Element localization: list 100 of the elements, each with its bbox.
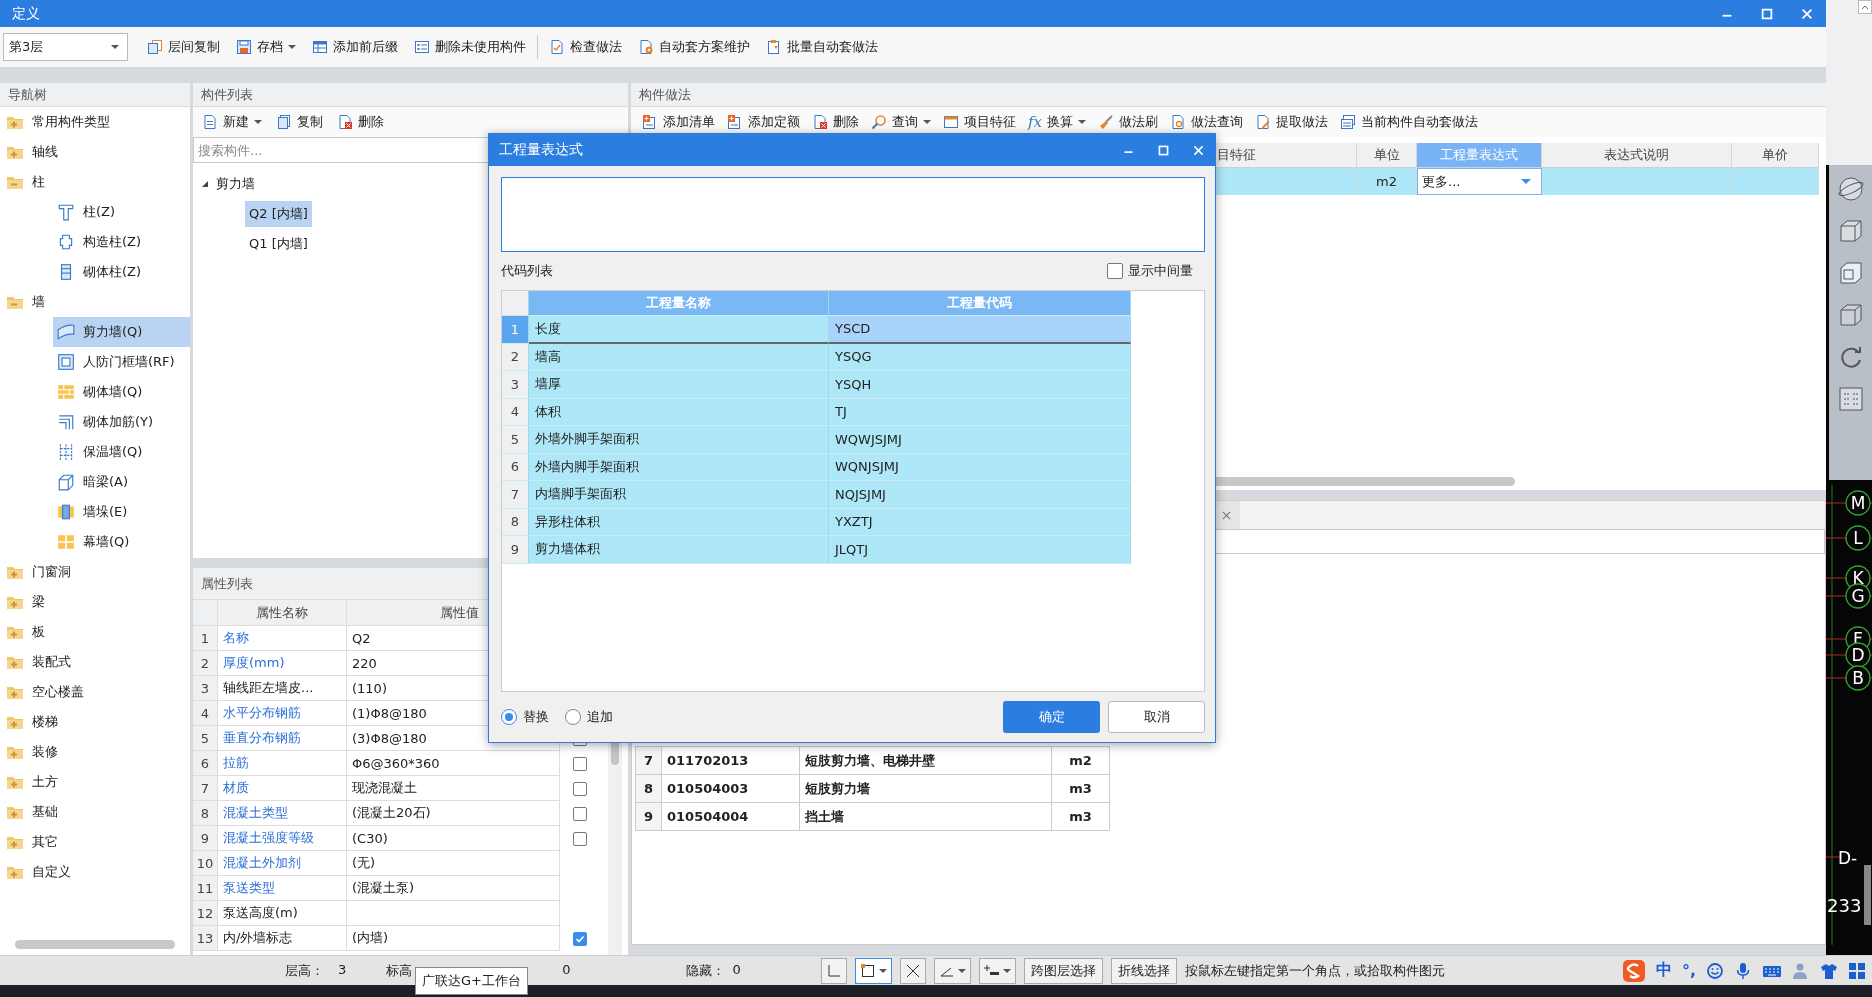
radio-button[interactable]: 替换 <box>501 708 549 726</box>
row-number: 7 <box>636 747 662 775</box>
toolbar-button[interactable]: 删除未使用构件 <box>409 33 531 61</box>
column-header[interactable]: 单位 <box>1357 143 1417 168</box>
table-cell[interactable]: 长度 <box>529 316 829 344</box>
tree-item[interactable]: 门窗洞 <box>0 557 190 587</box>
tree-item[interactable]: 自定义 <box>0 857 190 887</box>
table-cell[interactable]: YXZTJ <box>829 508 1131 536</box>
row-number[interactable]: 4 <box>502 398 529 426</box>
toolbar-button[interactable]: 提取做法 <box>1250 108 1333 136</box>
table-cell[interactable]: YSQG <box>829 343 1131 371</box>
row-number[interactable]: 2 <box>502 343 529 371</box>
tree-item[interactable]: 基础 <box>0 797 190 827</box>
row-number[interactable]: 3 <box>502 371 529 399</box>
tree-item[interactable]: 柱 <box>0 167 190 197</box>
tree-item[interactable]: 装修 <box>0 737 190 767</box>
property-value[interactable]: (C30) <box>347 826 560 851</box>
tree-item[interactable]: 墙 <box>0 287 190 317</box>
tree-item[interactable]: 砌体柱(Z) <box>53 257 190 287</box>
status-button[interactable]: 折线选择 <box>1110 957 1177 984</box>
confirm-button[interactable]: 确定 <box>1003 701 1100 733</box>
tree-item[interactable]: 装配式 <box>0 647 190 677</box>
tree-item[interactable]: 构造柱(Z) <box>53 227 190 257</box>
table-cell[interactable]: 墙高 <box>529 343 829 371</box>
column-header[interactable]: 单价 <box>1732 143 1819 168</box>
table-cell[interactable]: YSCD <box>829 316 1131 344</box>
tree-item[interactable]: 柱(Z) <box>53 197 190 227</box>
ime-punctuation[interactable]: °, <box>1681 961 1696 980</box>
tree-item[interactable]: 保温墙(Q) <box>53 437 190 467</box>
toolbar-button[interactable]: 添加前后缀 <box>307 33 403 61</box>
row-number[interactable]: 5 <box>502 426 529 454</box>
row-number: 3 <box>193 676 218 701</box>
table-cell[interactable]: JLQTJ <box>829 536 1131 564</box>
row-number[interactable]: 9 <box>502 536 529 564</box>
tree-item[interactable]: Q1 [内墙] <box>245 231 312 257</box>
toolbar-button[interactable]: 存档 <box>231 33 301 61</box>
toolbar-button[interactable]: 新建 <box>197 108 267 136</box>
tree-item[interactable]: 墙垛(E) <box>53 497 190 527</box>
tree-node[interactable]: 剪力墙 <box>193 169 628 199</box>
tree-item[interactable]: Q2 [内墙] <box>245 201 312 227</box>
checkbox[interactable]: 显示中间量 <box>1107 262 1193 280</box>
expression-dropdown[interactable]: 更多... <box>1417 168 1542 195</box>
cancel-button[interactable]: 取消 <box>1108 701 1205 733</box>
tree-item[interactable]: 板 <box>0 617 190 647</box>
tree-item[interactable]: 砌体加筋(Y) <box>53 407 190 437</box>
floor-select[interactable]: 第3层 <box>3 33 128 61</box>
axis-label: G <box>1845 583 1871 609</box>
row-number: 6 <box>193 751 218 776</box>
toolbar-button[interactable]: 批量自动套做法 <box>761 33 883 61</box>
property-value[interactable]: (无) <box>347 851 560 876</box>
table-cell[interactable]: 异形柱体积 <box>529 508 829 536</box>
tree-item[interactable]: 常用构件类型 <box>0 107 190 137</box>
tree-item[interactable]: 空心楼盖 <box>0 677 190 707</box>
toolbar-button[interactable]: 删除 <box>332 108 389 136</box>
property-value[interactable]: (混凝土20石) <box>347 801 560 826</box>
table-cell[interactable]: WQNJSJMJ <box>829 453 1131 481</box>
toolbar-button[interactable]: 自动套方案维护 <box>633 33 755 61</box>
row-number: 1 <box>193 626 218 651</box>
tree-item[interactable]: 幕墙(Q) <box>53 527 190 557</box>
table-cell[interactable]: 墙厚 <box>529 371 829 399</box>
property-value[interactable]: Φ6@360*360 <box>347 751 560 776</box>
property-value[interactable]: (混凝土泵) <box>347 876 560 901</box>
section-label: 代码列表 <box>501 262 553 280</box>
tree-item[interactable]: 人防门框墙(RF) <box>53 347 190 377</box>
table-cell[interactable]: NQJSJMJ <box>829 481 1131 509</box>
property-value[interactable]: 现浇混凝土 <box>347 776 560 801</box>
tree-item[interactable]: 剪力墙(Q) <box>53 317 190 347</box>
toolbar-button[interactable]: 做法刷 <box>1093 108 1163 136</box>
tree-item[interactable]: 其它 <box>0 827 190 857</box>
table-cell[interactable]: TJ <box>829 398 1131 426</box>
toolbar-button[interactable]: 复制 <box>271 108 328 136</box>
table-cell[interactable]: YSQH <box>829 371 1131 399</box>
column-header[interactable]: 表达式说明 <box>1542 143 1732 168</box>
toolbar-button[interactable]: 检查做法 <box>544 33 627 61</box>
tree-item[interactable]: 土方 <box>0 767 190 797</box>
tree-item[interactable]: 砌体墙(Q) <box>53 377 190 407</box>
tree-item[interactable]: 楼梯 <box>0 707 190 737</box>
property-value[interactable]: (内墙) <box>347 926 560 951</box>
toolbar-button[interactable]: 当前构件自动套做法 <box>1335 108 1483 136</box>
row-number[interactable]: 6 <box>502 453 529 481</box>
table-cell[interactable]: 内墙脚手架面积 <box>529 481 829 509</box>
status-button[interactable]: 跨图层选择 <box>1023 957 1103 984</box>
row-number: 8 <box>636 775 662 803</box>
table-cell[interactable]: 剪力墙体积 <box>529 536 829 564</box>
table-cell[interactable]: 外墙内脚手架面积 <box>529 453 829 481</box>
row-number[interactable]: 8 <box>502 508 529 536</box>
table-cell[interactable]: 外墙外脚手架面积 <box>529 426 829 454</box>
row-number[interactable]: 7 <box>502 481 529 509</box>
status-label: 标高 <box>386 961 413 980</box>
tree-item[interactable]: 梁 <box>0 587 190 617</box>
column-header[interactable]: 目特征 <box>1214 143 1357 168</box>
toolbar-button[interactable]: 做法查询 <box>1165 108 1248 136</box>
table-cell[interactable]: 体积 <box>529 398 829 426</box>
tree-item[interactable]: 轴线 <box>0 137 190 167</box>
table-cell[interactable]: WQWJSJMJ <box>829 426 1131 454</box>
radio-button[interactable]: 追加 <box>565 708 613 726</box>
toolbar-button[interactable]: 层间复制 <box>142 33 225 61</box>
coordinate-text: 233 <box>1827 895 1862 916</box>
tree-item[interactable]: 暗梁(A) <box>53 467 190 497</box>
ime-mode[interactable]: 中 <box>1655 960 1672 981</box>
